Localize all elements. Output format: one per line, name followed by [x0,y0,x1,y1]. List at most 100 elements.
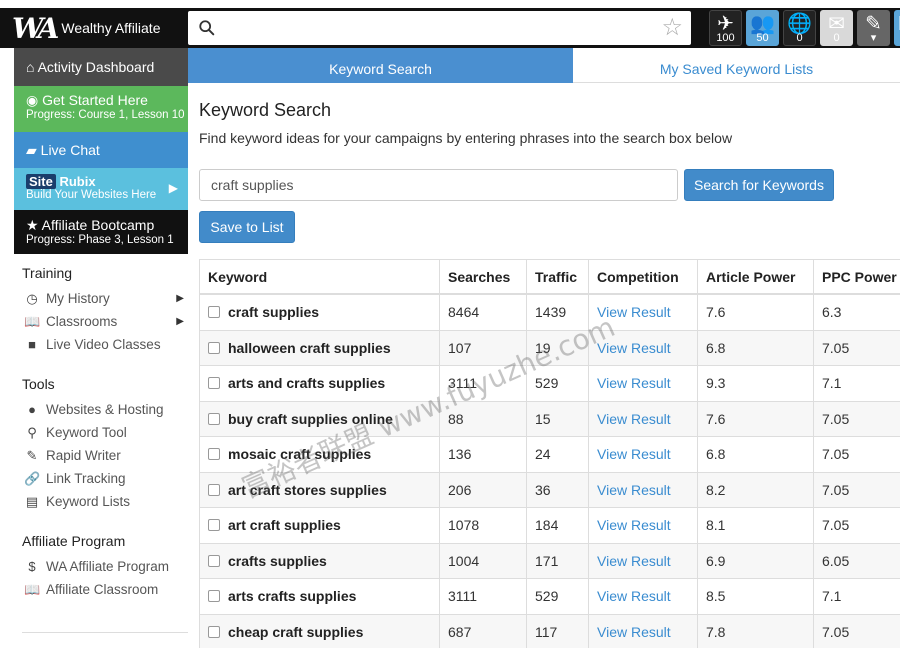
sidebar-item-keyword-tool[interactable]: ⚲ Keyword Tool [24,421,188,444]
traffic-cell: 171 [526,543,588,578]
sidebar-item-affiliate-classroom[interactable]: 📖 Affiliate Classroom [24,578,188,601]
get-started-progress: Progress: Course 1, Lesson 10 [26,109,185,121]
view-result-link[interactable]: View Result [597,340,671,356]
sidebar-item-rapid-writer[interactable]: ✎ Rapid Writer [24,444,188,467]
profile-button[interactable]: F2 [894,10,900,46]
ppc-power-cell: 7.05 [813,614,900,648]
sidebar-divider [22,632,188,633]
keyword-results-table: Keyword Searches Traffic Competition Art… [199,259,900,648]
row-checkbox[interactable] [208,341,220,354]
chevron-right-icon: ▶ [168,181,178,195]
row-checkbox[interactable] [208,590,220,603]
keyword-cell: halloween craft supplies [199,330,439,365]
row-checkbox[interactable] [208,625,220,638]
sidebar-item-siterubix[interactable]: Site Rubix Build Your Websites Here ▶ [14,168,188,210]
link-icon: 🔗 [24,471,41,486]
notification-count: 2 [895,32,900,44]
ppc-power-cell: 7.1 [813,366,900,401]
view-result-link[interactable]: View Result [597,375,671,391]
sidebar-item-label: Link Tracking [46,471,126,486]
book-icon: 📖 [24,582,41,597]
sidebar-item-affiliate-bootcamp[interactable]: ★ Affiliate Bootcamp Progress: Phase 3, … [14,210,188,254]
view-result-link[interactable]: View Result [597,588,671,604]
traffic-cell: 15 [526,401,588,436]
table-row: cheap craft supplies 687 117 View Result 7.8… [199,614,900,648]
users-button[interactable]: 👥 50 [746,10,779,46]
ppc-power-cell: 7.05 [813,401,900,436]
sidebar-item-activity-dashboard[interactable]: ⌂ Activity Dashboard [14,48,188,86]
column-header-article-power[interactable]: Article Power [697,260,813,293]
sidebar: ⌂ Activity Dashboard ◉ Get Started Here … [14,48,188,601]
keyword-search-input[interactable] [199,169,678,201]
view-result-link[interactable]: View Result [597,517,671,533]
view-result-link[interactable]: View Result [597,482,671,498]
mail-button[interactable]: ✉ 0 [820,10,853,46]
traffic-cell: 529 [526,579,588,614]
page-description: Find keyword ideas for your campaigns by… [199,130,733,146]
competition-cell: View Result [588,401,697,436]
sidebar-section-title: Training [22,265,73,281]
row-checkbox[interactable] [208,519,220,532]
column-header-ppc-power[interactable]: PPC Power [813,260,900,293]
row-checkbox[interactable] [208,412,220,425]
keyword-text: halloween craft supplies [228,339,391,356]
keyword-text: mosaic craft supplies [228,446,372,463]
row-checkbox[interactable] [208,306,220,319]
column-header-keyword[interactable]: Keyword [199,260,439,293]
siterubix-sub: Build Your Websites Here [26,189,157,201]
list-icon: ▤ [25,494,39,509]
siterubix-logo: Site Rubix [26,174,188,189]
search-for-keywords-button[interactable]: Search for Keywords [684,169,834,201]
view-result-link[interactable]: View Result [597,624,671,640]
global-search-input[interactable] [222,15,642,41]
tab-saved-keyword-lists[interactable]: My Saved Keyword Lists [573,48,900,83]
pen-button[interactable]: ✎ ▾ [857,10,890,46]
globe-button[interactable]: 🌐 0 [783,10,816,46]
view-result-link[interactable]: View Result [597,446,671,462]
ppc-power-cell: 7.1 [813,579,900,614]
view-result-link[interactable]: View Result [597,304,671,320]
sidebar-section-title: Affiliate Program [22,533,126,549]
traffic-cell: 19 [526,330,588,365]
sidebar-item-label: Classrooms [46,314,118,329]
column-header-searches[interactable]: Searches [439,260,526,293]
column-header-traffic[interactable]: Traffic [526,260,588,293]
row-checkbox[interactable] [208,448,220,461]
sidebar-item-label: Keyword Tool [46,425,127,440]
sidebar-item-link-tracking[interactable]: 🔗 Link Tracking [24,467,188,490]
row-checkbox[interactable] [208,483,220,496]
wa-logo[interactable]: WA Wealthy Affiliate [12,11,160,45]
sidebar-item-classrooms[interactable]: 📖 Classrooms ▶ [24,310,188,333]
sidebar-item-my-history[interactable]: ◷ My History ▶ [24,287,188,310]
star-icon[interactable]: ☆ [661,15,683,41]
view-result-link[interactable]: View Result [597,553,671,569]
save-to-list-button[interactable]: Save to List [199,211,295,243]
sidebar-item-live-video-classes[interactable]: ■ Live Video Classes [24,333,188,356]
keyword-cell: buy craft supplies online [199,401,439,436]
searches-cell: 1078 [439,508,526,543]
ppc-power-cell: 7.05 [813,508,900,543]
row-checkbox[interactable] [208,554,220,567]
table-row: halloween craft supplies 107 19 View Result… [199,330,900,366]
airplane-button[interactable]: ✈ 100 [709,10,742,46]
ppc-power-cell: 7.05 [813,330,900,365]
tab-keyword-search[interactable]: Keyword Search [188,48,573,83]
keyword-text: art craft stores supplies [228,481,387,498]
row-checkbox[interactable] [208,377,220,390]
searches-cell: 107 [439,330,526,365]
table-row: art craft supplies 1078 184 View Result 8.1 7… [199,508,900,544]
sidebar-item-get-started[interactable]: ◉ Get Started Here Progress: Course 1, L… [14,86,188,132]
column-header-competition[interactable]: Competition [588,260,697,293]
pencil-icon: ✎ [26,448,38,463]
sidebar-item-keyword-lists[interactable]: ▤ Keyword Lists [24,490,188,513]
notification-count: 0 [833,32,840,44]
view-result-link[interactable]: View Result [597,411,671,427]
article-power-cell: 6.8 [697,437,813,472]
table-row: craft supplies 8464 1439 View Result 7.6 6.3 [199,295,900,331]
table-row: crafts supplies 1004 171 View Result 6.9 6.05 [199,543,900,579]
table-row: arts and crafts supplies 3111 529 View Resu… [199,366,900,402]
sidebar-item-wa-affiliate-program[interactable]: $ WA Affiliate Program [24,555,188,578]
sidebar-item-live-chat[interactable]: ▰ Live Chat [14,132,188,168]
sidebar-item-websites-hosting[interactable]: ● Websites & Hosting [24,398,188,421]
video-icon: ■ [28,337,36,352]
